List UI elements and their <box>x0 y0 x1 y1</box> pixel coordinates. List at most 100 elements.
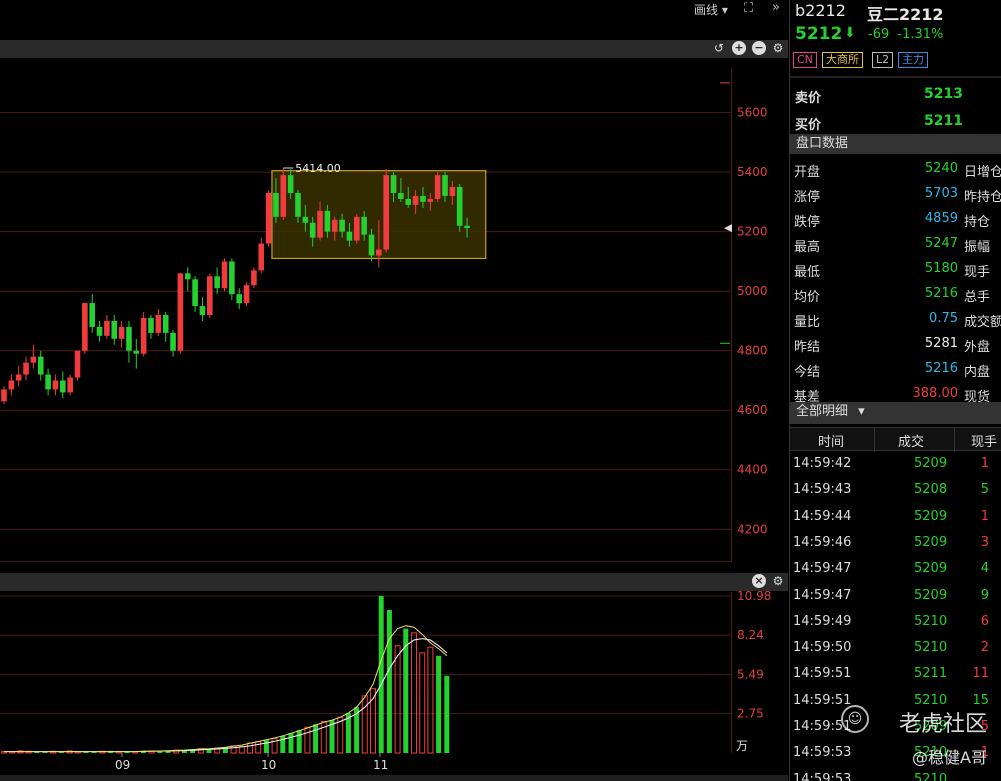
market-data-table: 开盘 5240 日增仓 涨停 5703 昨持仓 跌停 4859 持仓 最高 5247 振幅 最低 5180… <box>790 157 1001 405</box>
undo-icon[interactable]: ↺ <box>712 41 726 55</box>
candlestick-chart[interactable]: 4200 4400 4600 4800 5000 5200 5400 5600 5414.00 <box>0 68 768 562</box>
tiger-logo-icon: ☺ <box>841 705 869 733</box>
volume-pane-header: × ⚙ <box>0 573 788 591</box>
tick-time: 14:59:51 <box>793 692 852 708</box>
tick-table-header: 时间 成交 现手 <box>790 427 1001 452</box>
tick-price: 5210 <box>914 771 948 781</box>
gear-icon[interactable]: ⚙ <box>771 574 785 588</box>
candle-body <box>405 198 412 205</box>
candle-body <box>148 317 154 333</box>
volume-bar <box>361 695 368 754</box>
stat-label: 均价 <box>794 290 821 305</box>
column-header-volume[interactable]: 现手 <box>971 431 997 450</box>
tick-row[interactable]: 14:59:44 5209 1 <box>790 505 1001 531</box>
fullscreen-icon[interactable]: ⛶ <box>744 1 753 16</box>
tick-row[interactable]: 14:59:49 5210 6 <box>790 610 1001 636</box>
y-tick-label: 5.49 <box>737 668 764 682</box>
volume-bar <box>427 646 434 754</box>
stat-label: 涨停 <box>794 190 821 205</box>
stat-value: 4859 <box>924 211 958 226</box>
tick-row[interactable]: 14:59:47 5209 4 <box>790 557 1001 583</box>
market-data-row: 量比 0.75 成交额 <box>790 307 1001 332</box>
change-percent: -1.31% <box>897 27 944 42</box>
tick-volume: 3 <box>980 534 989 550</box>
volume-chart[interactable]: 2.75 5.49 8.24 10.98 万 <box>0 589 771 754</box>
tick-row[interactable]: 14:59:46 5209 3 <box>790 531 1001 557</box>
tick-row[interactable]: 14:59:53 5210 <box>790 768 1001 781</box>
candle-body <box>162 315 169 333</box>
column-divider <box>954 428 955 452</box>
stat-value: 5240 <box>924 161 958 176</box>
tick-time: 14:59:53 <box>793 745 852 761</box>
watermark-author: @稳健A哥 <box>912 748 987 767</box>
candle-body <box>273 192 279 217</box>
y-tick-label: 5400 <box>737 165 768 179</box>
tick-volume: 9 <box>980 587 989 603</box>
tick-row[interactable]: 14:59:43 5208 5 <box>790 478 1001 504</box>
ask-price: 5213 <box>924 86 963 102</box>
candle-body <box>192 279 198 307</box>
column-header-time[interactable]: 时间 <box>818 431 844 450</box>
tick-row[interactable]: 14:59:42 5209 1 <box>790 452 1001 478</box>
tick-detail-tab[interactable]: 全部明细 ▾ <box>790 402 1001 424</box>
draw-menu-dropdown[interactable]: 画线 ▾ <box>694 1 728 18</box>
column-header-price[interactable]: 成交 <box>898 431 924 450</box>
tick-price: 5209 <box>914 561 948 577</box>
x-tick-label: 10 <box>261 758 276 772</box>
tick-time: 14:59:49 <box>793 613 852 629</box>
tick-row[interactable]: 14:59:51 5211 11 <box>790 662 1001 688</box>
market-data-row: 涨停 5703 昨持仓 <box>790 182 1001 207</box>
market-data-row: 今结 5216 内盘 <box>790 357 1001 382</box>
candle-body <box>96 326 103 336</box>
market-data-title[interactable]: 盘口数据 <box>790 134 1001 154</box>
tick-price: 5210 <box>914 640 948 656</box>
tick-volume: 1 <box>980 508 989 524</box>
zoom-out-icon[interactable]: − <box>752 41 766 55</box>
tick-time: 14:59:43 <box>793 482 852 498</box>
candle-body <box>207 276 213 315</box>
stat-label: 量比 <box>794 315 821 330</box>
candle-body <box>346 231 353 241</box>
column-divider <box>874 428 875 452</box>
candle-body <box>45 374 51 390</box>
change-value: -69 <box>868 27 890 42</box>
tick-price: 5208 <box>914 482 948 498</box>
market-data-row: 开盘 5240 日增仓 <box>790 157 1001 182</box>
volume-bar <box>230 745 237 754</box>
expand-panel-icon[interactable]: » <box>772 0 780 15</box>
candle-body <box>74 350 81 378</box>
tick-volume: 6 <box>980 613 989 629</box>
stat-value: 5216 <box>924 286 958 301</box>
candle-body <box>37 356 44 375</box>
time-scrollbar[interactable] <box>0 775 788 781</box>
price-chart-svg: 4200 4400 4600 4800 5000 5200 5400 5600 5414.00 <box>0 82 768 536</box>
candle-body <box>118 326 125 339</box>
stat-label-secondary: 持仓 <box>964 215 991 230</box>
last-price: 5212 <box>795 24 843 44</box>
volume-bar <box>386 610 392 753</box>
price-change: -69 -1.31% <box>868 27 943 42</box>
quote-panel: b2212 豆二2212 5212 ⬇ -69 -1.31% CN 大商所 L2… <box>789 0 1001 781</box>
candle-body <box>23 362 29 375</box>
chart-toolbar: 画线 ▾ ⛶ » <box>0 0 788 20</box>
tick-row[interactable]: 14:59:47 5209 9 <box>790 584 1001 610</box>
candle-body <box>60 380 66 393</box>
bid-price: 5211 <box>924 113 963 129</box>
stat-label-secondary: 振幅 <box>964 240 991 255</box>
close-icon[interactable]: × <box>752 574 766 588</box>
candle-body <box>354 216 360 241</box>
volume-bar <box>296 730 302 753</box>
tick-time: 14:59:47 <box>793 561 852 577</box>
stat-label-secondary: 外盘 <box>964 340 991 355</box>
gear-icon[interactable]: ⚙ <box>771 41 785 55</box>
zoom-in-icon[interactable]: + <box>732 41 746 55</box>
candle-body <box>236 294 242 304</box>
candle-body <box>1 389 7 402</box>
watermark-site: 老虎社区 <box>898 712 987 737</box>
candle-body <box>456 187 463 226</box>
candle-body <box>420 195 426 202</box>
tick-price: 5209 <box>914 534 948 550</box>
tick-row[interactable]: 14:59:50 5210 2 <box>790 636 1001 662</box>
dropdown-icon[interactable]: ▾ <box>858 404 865 419</box>
tick-volume: 4 <box>980 561 989 577</box>
